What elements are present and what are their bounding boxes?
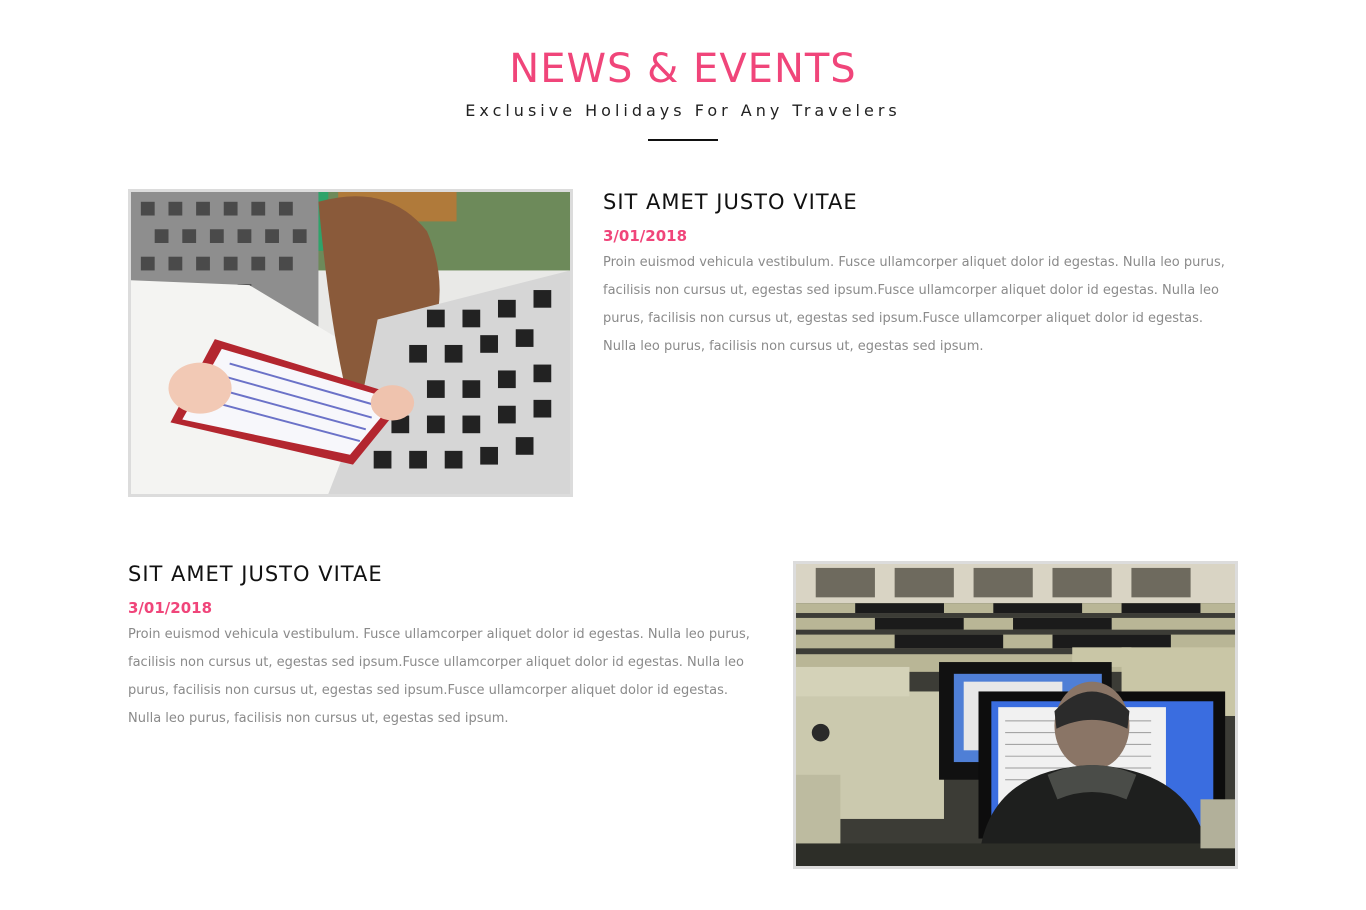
computer-lab-photo[interactable]	[793, 561, 1238, 869]
title-divider	[648, 139, 718, 141]
student-writing-photo[interactable]	[128, 189, 573, 497]
post-excerpt: Proin euismod vehicula vestibulum. Fusce…	[128, 627, 750, 726]
post-excerpt: Proin euismod vehicula vestibulum. Fusce…	[603, 255, 1225, 354]
post-date: 3/01/2018	[603, 227, 688, 245]
post-date: 3/01/2018	[128, 599, 213, 617]
section-subtitle: Exclusive Holidays For Any Travelers	[465, 101, 901, 120]
section-title: NEWS & EVENTS	[509, 46, 857, 92]
post-title[interactable]: SIT AMET JUSTO VITAE	[128, 562, 383, 586]
post-title[interactable]: SIT AMET JUSTO VITAE	[603, 190, 858, 214]
